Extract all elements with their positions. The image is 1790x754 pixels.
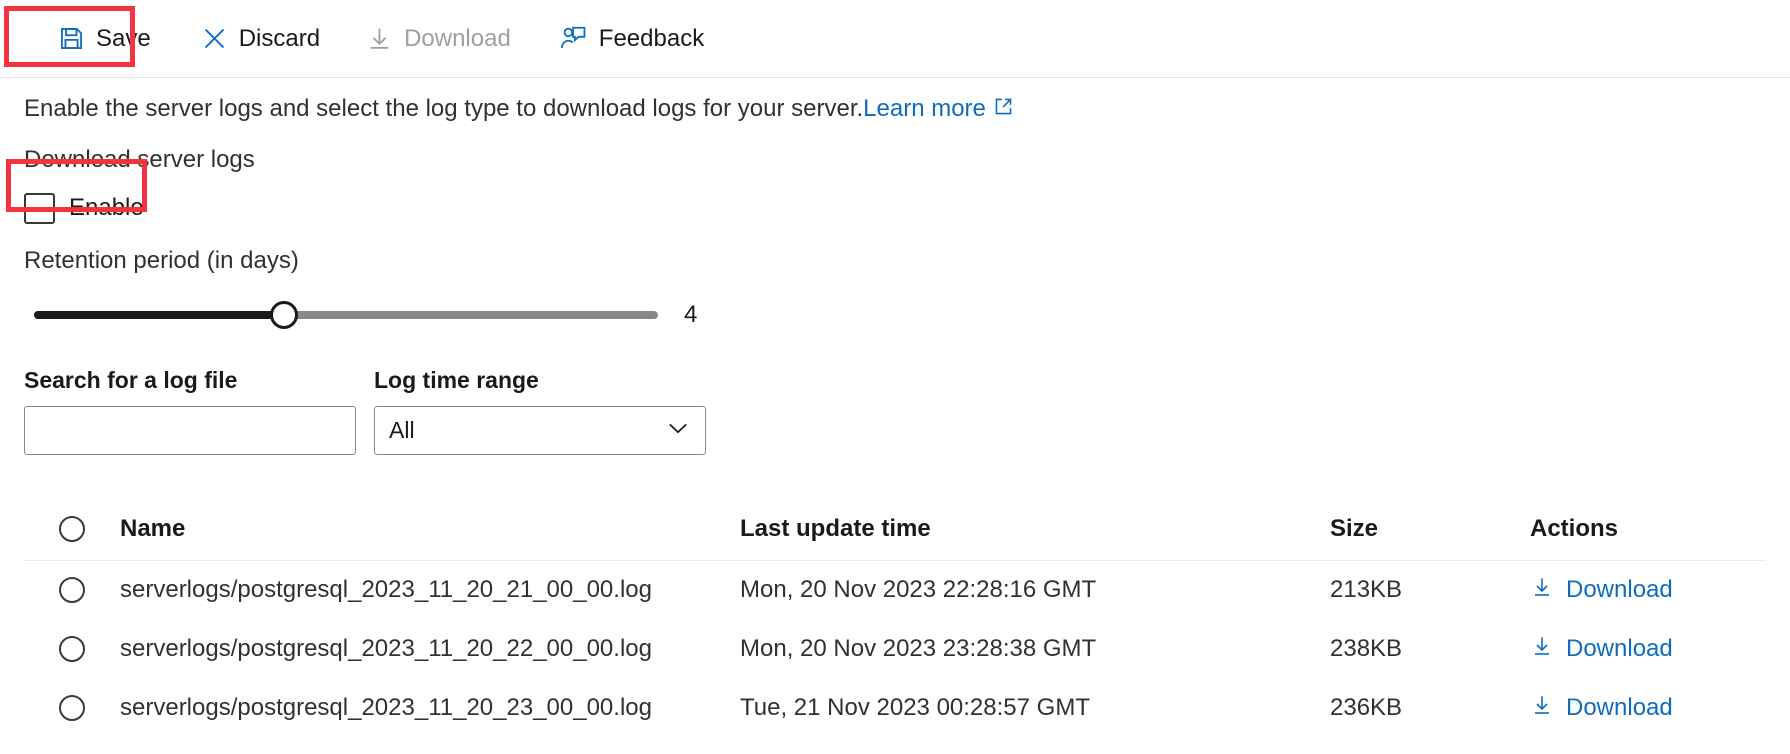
save-button-label: Save xyxy=(96,24,151,52)
slider-thumb[interactable] xyxy=(269,300,298,329)
table-row[interactable]: serverlogs/postgresql_2023_11_20_22_00_0… xyxy=(24,620,1766,679)
row-size: 236KB xyxy=(1330,694,1403,722)
description-sentence: Enable the server logs and select the lo… xyxy=(24,95,864,122)
log-time-range-select[interactable]: All xyxy=(374,405,706,455)
enable-checkbox[interactable]: Enable xyxy=(24,192,144,225)
table-row[interactable]: serverlogs/postgresql_2023_11_20_23_00_0… xyxy=(24,679,1766,738)
row-download-link[interactable]: Download xyxy=(1530,575,1673,606)
download-button-label: Download xyxy=(404,24,511,52)
download-icon xyxy=(1530,575,1554,606)
row-last-update-time: Mon, 20 Nov 2023 23:28:38 GMT xyxy=(740,635,1097,663)
row-size: 213KB xyxy=(1330,576,1403,604)
discard-button-label: Discard xyxy=(238,24,321,52)
search-label: Search for a log file xyxy=(24,366,238,393)
command-bar: Save Discard Download Feedback xyxy=(0,0,1790,78)
description-text: Enable the server logs and select the lo… xyxy=(24,95,1766,124)
log-files-table: Name Last update time Size Actions serve… xyxy=(24,498,1766,738)
table-row[interactable]: serverlogs/postgresql_2023_11_20_21_00_0… xyxy=(24,561,1766,620)
row-download-label: Download xyxy=(1566,694,1673,722)
retention-value: 4 xyxy=(684,300,698,328)
row-radio[interactable] xyxy=(59,695,85,722)
row-last-update-time: Mon, 20 Nov 2023 22:28:16 GMT xyxy=(740,576,1097,604)
row-radio[interactable] xyxy=(59,636,85,663)
column-header-last-update-time: Last update time xyxy=(740,514,931,542)
feedback-button-label: Feedback xyxy=(598,24,705,52)
row-radio[interactable] xyxy=(59,577,85,604)
row-last-update-time: Tue, 21 Nov 2023 00:28:57 GMT xyxy=(740,694,1090,722)
slider-fill xyxy=(34,310,284,319)
select-all-radio[interactable] xyxy=(59,515,85,542)
feedback-icon xyxy=(559,24,588,53)
row-name: serverlogs/postgresql_2023_11_20_23_00_0… xyxy=(120,694,652,722)
feedback-button[interactable]: Feedback xyxy=(545,13,718,65)
enable-checkbox-box[interactable] xyxy=(24,192,55,224)
retention-slider[interactable] xyxy=(34,298,658,332)
row-name: serverlogs/postgresql_2023_11_20_21_00_0… xyxy=(120,576,652,604)
download-icon xyxy=(366,25,393,52)
row-actions: Download xyxy=(1530,693,1766,724)
search-field-group: Search for a log file xyxy=(24,367,356,455)
discard-button[interactable]: Discard xyxy=(187,13,334,65)
learn-more-label: Learn more xyxy=(863,95,986,122)
row-select-cell xyxy=(24,636,120,663)
retention-period-label: Retention period (in days) xyxy=(24,246,299,274)
filters-row: Search for a log file Log time range All xyxy=(24,367,1766,455)
row-select-cell xyxy=(24,577,120,604)
save-icon xyxy=(58,25,85,52)
log-time-range-value[interactable]: All xyxy=(374,405,706,455)
download-server-logs-label: Download server logs xyxy=(24,145,255,173)
row-actions: Download xyxy=(1530,634,1766,665)
row-select-cell xyxy=(24,695,120,722)
row-download-label: Download xyxy=(1566,635,1673,663)
row-size: 238KB xyxy=(1330,635,1403,663)
row-actions: Download xyxy=(1530,575,1766,606)
discard-icon xyxy=(201,25,228,52)
select-all-radio-cell xyxy=(24,515,120,542)
main-content: Enable the server logs and select the lo… xyxy=(0,95,1790,738)
log-time-range-label: Log time range xyxy=(374,366,539,393)
column-header-name: Name xyxy=(120,514,186,542)
row-download-label: Download xyxy=(1566,576,1673,604)
save-button[interactable]: Save xyxy=(44,13,165,65)
retention-slider-row: 4 xyxy=(24,298,1766,332)
row-download-link[interactable]: Download xyxy=(1530,693,1673,724)
row-name: serverlogs/postgresql_2023_11_20_22_00_0… xyxy=(120,635,652,663)
download-icon xyxy=(1530,634,1554,665)
learn-more-link[interactable]: Learn more xyxy=(863,95,986,122)
enable-checkbox-label: Enable xyxy=(69,194,144,222)
column-header-actions: Actions xyxy=(1530,514,1619,542)
download-button: Download xyxy=(352,13,525,65)
external-link-icon xyxy=(993,96,1014,124)
row-download-link[interactable]: Download xyxy=(1530,634,1673,665)
search-input[interactable] xyxy=(24,405,356,455)
table-header-row: Name Last update time Size Actions xyxy=(24,498,1766,561)
column-header-size: Size xyxy=(1330,514,1379,542)
log-time-range-group: Log time range All xyxy=(374,367,706,455)
download-icon xyxy=(1530,693,1554,724)
